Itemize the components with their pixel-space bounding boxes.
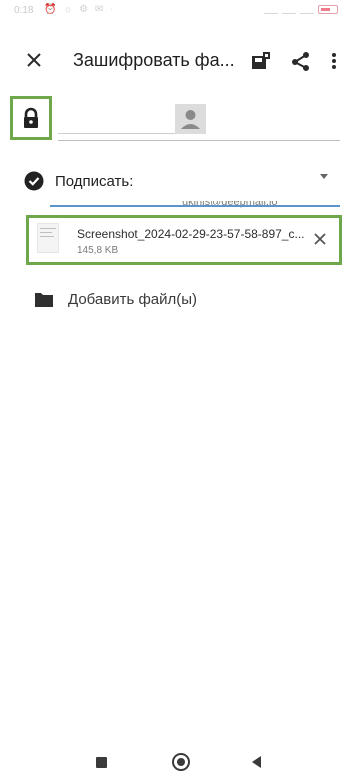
status-bar: 0:18 ⏰ ☼ ⚙ ✉ · [0, 0, 350, 24]
encrypt-lock-toggle[interactable] [10, 96, 52, 140]
system-indicators [264, 5, 338, 14]
save-key-icon[interactable] [250, 50, 272, 72]
share-icon[interactable] [290, 50, 312, 72]
recents-icon[interactable] [96, 757, 107, 768]
close-icon[interactable] [22, 48, 46, 72]
contact-avatar-icon[interactable] [175, 104, 206, 134]
sign-key-dropdown[interactable]: ukinis@deepmail.io [172, 160, 340, 208]
status-time: 0:18 [14, 5, 34, 16]
sign-field-underline [50, 205, 340, 207]
app-toolbar: Зашифровать фа... [0, 38, 350, 82]
close-icon[interactable] [311, 230, 329, 248]
folder-icon[interactable] [34, 291, 54, 308]
chevron-down-icon [320, 174, 328, 179]
lock-icon [19, 106, 43, 130]
attached-file-item[interactable]: Screenshot_2024-02-29-23-57-58-897_c... … [26, 215, 342, 265]
wifi-icon [300, 6, 314, 14]
recipient-input[interactable] [58, 104, 175, 134]
file-thumbnail [37, 223, 59, 253]
signal-icon [264, 6, 278, 14]
home-icon[interactable] [172, 753, 190, 771]
battery-icon [318, 5, 338, 14]
file-size: 145,8 KB [77, 245, 119, 256]
signal-icon [282, 6, 296, 14]
page-title: Зашифровать фа... [73, 50, 235, 70]
system-nav-bar [0, 740, 350, 778]
check-circle-icon[interactable] [24, 171, 44, 191]
sign-key-field [172, 160, 312, 198]
divider [58, 140, 340, 141]
more-vert-icon[interactable] [329, 50, 339, 72]
sign-label: Подписать: [55, 173, 134, 190]
notification-icons: ⏰ ☼ ⚙ ✉ · [44, 4, 116, 15]
add-file-button[interactable]: Добавить файл(ы) [68, 291, 197, 308]
file-name: Screenshot_2024-02-29-23-57-58-897_c... [77, 227, 305, 241]
back-icon[interactable] [252, 756, 261, 768]
